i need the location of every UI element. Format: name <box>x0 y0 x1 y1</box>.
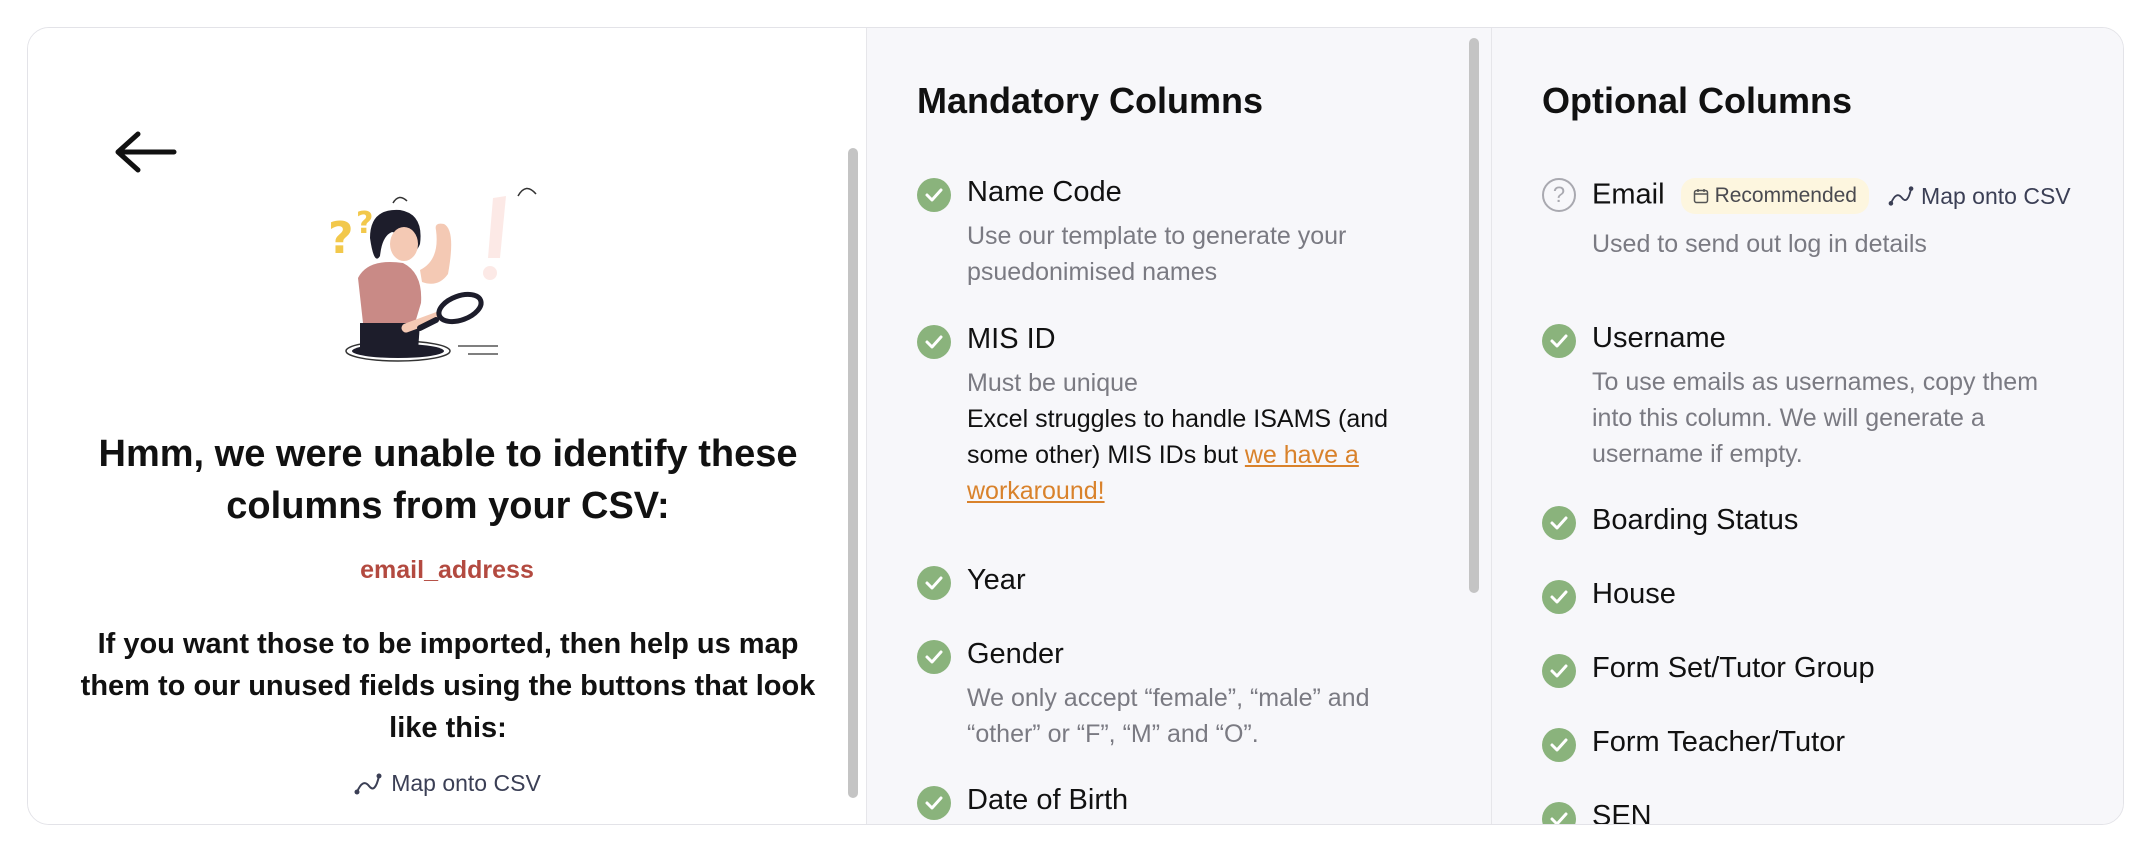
item-label: SEN <box>1592 800 1652 825</box>
check-icon <box>1542 802 1576 824</box>
item-label: Year <box>967 564 1026 596</box>
optional-item-form-teacher: Form Teacher/Tutor <box>1542 726 2062 766</box>
optional-columns-panel: Optional Columns ? Email Recommended Map… <box>1492 28 2123 825</box>
check-icon <box>1542 506 1576 540</box>
optional-item-username: Username To use emails as usernames, cop… <box>1542 322 2062 482</box>
item-description: Used to send out log in details <box>1592 230 1927 258</box>
confused-person-illustration: ? ? <box>328 187 537 362</box>
check-icon <box>917 640 951 674</box>
route-icon <box>354 773 382 794</box>
item-label: Form Teacher/Tutor <box>1592 726 1846 758</box>
item-label: House <box>1592 578 1676 610</box>
item-label: Gender <box>967 638 1064 670</box>
optional-item-email: ? Email Recommended Map onto CSV Used to… <box>1542 176 2102 286</box>
optional-item-house: House <box>1542 578 2062 618</box>
back-arrow-button[interactable] <box>110 116 182 188</box>
check-icon <box>917 178 951 212</box>
email-title-row: Email Recommended Map onto CSV <box>1592 178 2071 214</box>
map-onto-csv-button[interactable]: Map onto CSV <box>1887 183 2071 210</box>
optional-item-form-set: Form Set/Tutor Group <box>1542 652 2062 692</box>
item-description: Must be unique Excel struggles to handle… <box>967 365 1427 509</box>
check-icon <box>917 786 951 820</box>
mandatory-columns-panel: Mandatory Columns Name Code Use our temp… <box>866 28 1492 824</box>
item-description: We only accept “female”, “male” and “oth… <box>967 684 1370 748</box>
item-label: Boarding Status <box>1592 504 1799 536</box>
item-label: Name Code <box>967 176 1122 208</box>
item-label: Date of Birth <box>967 784 1129 816</box>
mandatory-item-gender: Gender We only accept “female”, “male” a… <box>917 638 1437 758</box>
map-hint-label: Map onto CSV <box>391 770 541 796</box>
item-label: Email <box>1592 178 1665 211</box>
question-mark-icon: ? <box>1542 178 1576 212</box>
mandatory-item-mis-id: MIS ID Must be unique Excel struggles to… <box>917 323 1437 533</box>
item-label: Username <box>1592 322 1726 354</box>
check-icon <box>1542 728 1576 762</box>
mapping-instructions: If you want those to be imported, then h… <box>80 628 816 744</box>
mandatory-columns-title: Mandatory Columns <box>917 80 1264 121</box>
mandatory-item-name-code: Name Code Use our template to generate y… <box>917 176 1437 296</box>
mandatory-scrollbar[interactable] <box>1469 38 1479 593</box>
check-icon <box>1542 580 1576 614</box>
unmatched-column-name: email_address <box>360 556 534 584</box>
import-mapping-card: ? ? Hmm, we were unable to identify thes… <box>27 27 2124 825</box>
item-description: To use emails as usernames, copy them in… <box>1592 368 2039 468</box>
map-onto-csv-example: Map onto CSV <box>28 770 866 797</box>
route-icon <box>1888 186 1914 206</box>
mandatory-item-date-of-birth: Date of Birth <box>917 784 1437 824</box>
calendar-icon <box>1693 189 1708 204</box>
optional-columns-title: Optional Columns <box>1542 80 1852 121</box>
check-icon <box>1542 654 1576 688</box>
check-icon <box>917 325 951 359</box>
item-label: Form Set/Tutor Group <box>1592 652 1875 684</box>
check-icon <box>1542 324 1576 358</box>
item-description: Use our template to generate your psuedo… <box>967 222 1347 286</box>
map-link-label: Map onto CSV <box>1921 182 2071 209</box>
svg-text:?: ? <box>328 213 354 264</box>
mandatory-item-year: Year <box>917 564 1437 604</box>
unmatched-headline: Hmm, we were unable to identify these co… <box>98 433 798 527</box>
recommended-badge: Recommended <box>1680 178 1869 214</box>
arrow-left-icon <box>115 131 177 173</box>
check-icon <box>917 566 951 600</box>
left-scrollbar[interactable] <box>848 148 858 798</box>
mis-id-rule: Must be unique <box>967 369 1138 397</box>
badge-label: Recommended <box>1714 184 1857 207</box>
mis-id-note: Excel struggles to handle ISAMS (and som… <box>967 401 1427 509</box>
optional-item-boarding-status: Boarding Status <box>1542 504 2062 544</box>
unmatched-columns-panel: ? ? Hmm, we were unable to identify thes… <box>28 28 866 824</box>
item-label: MIS ID <box>967 323 1056 355</box>
optional-item-sen: SEN <box>1542 800 2062 825</box>
